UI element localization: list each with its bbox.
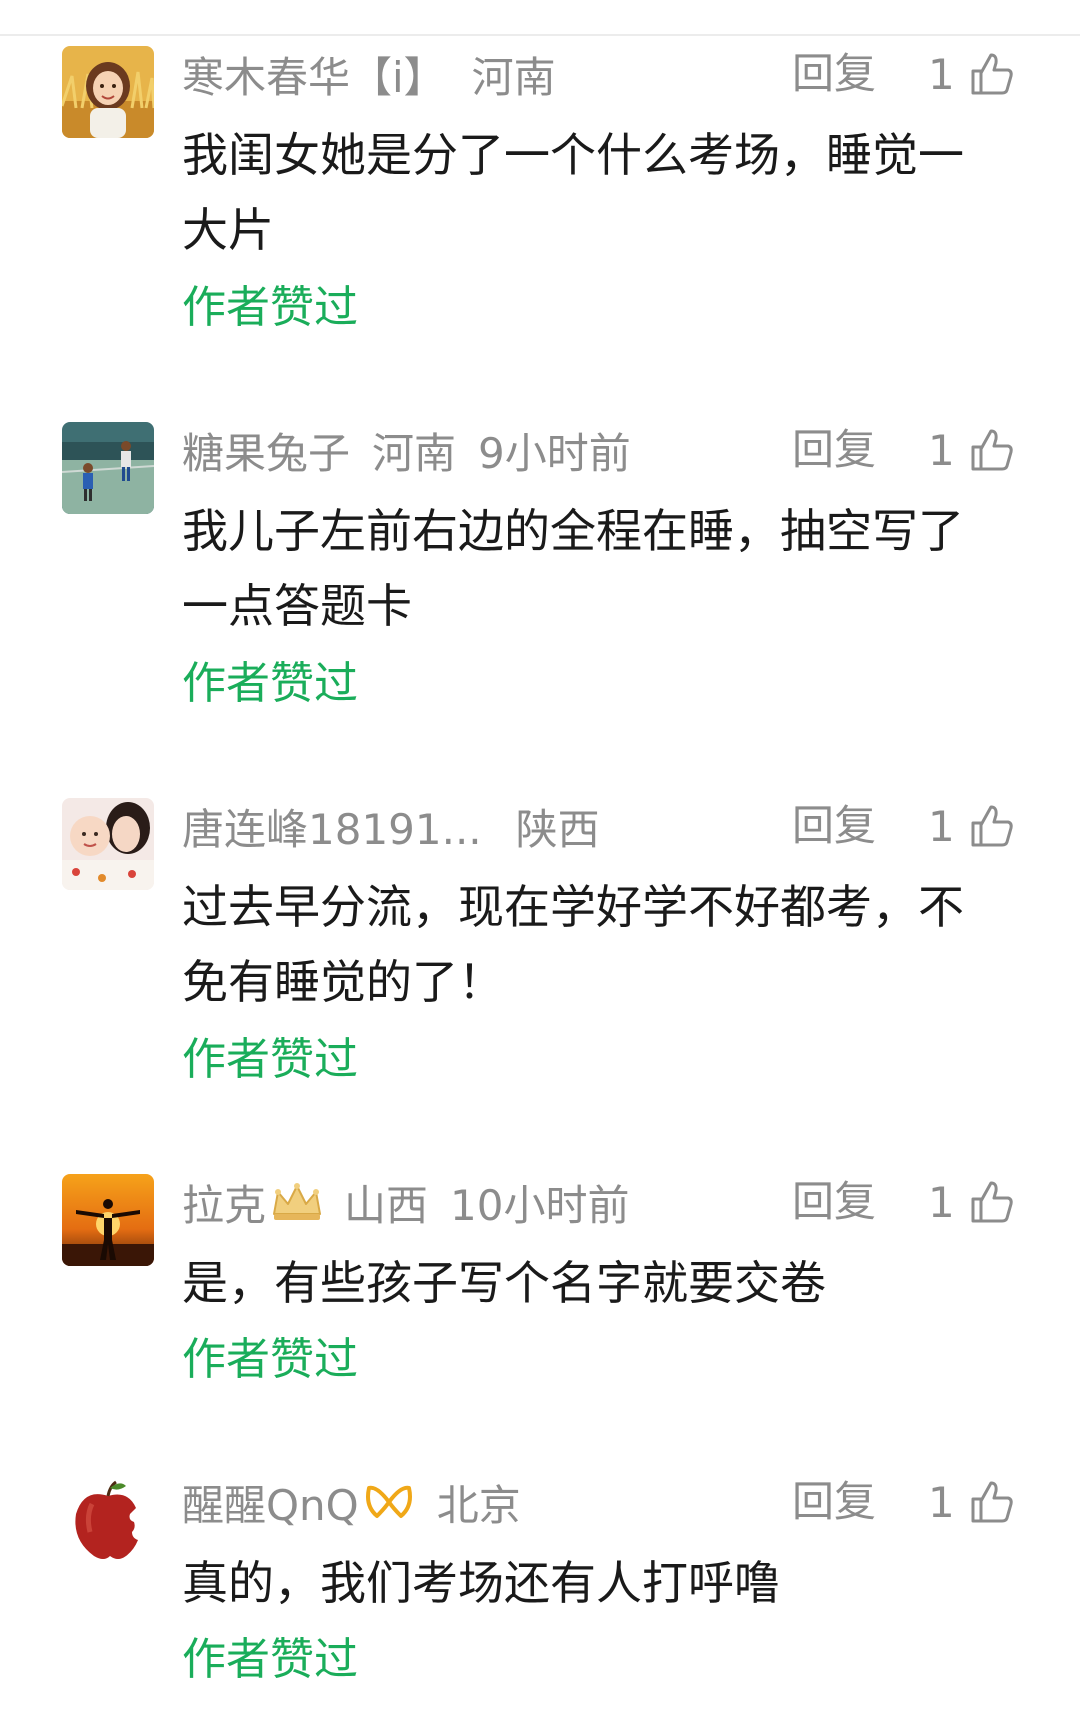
- comment-list-page: 寒木春华【i】 河南 回复 1 我闺女她是分了一个什么考场，睡觉一大片 作者赞过: [0, 0, 1080, 1735]
- like-button[interactable]: 1: [928, 1470, 1015, 1534]
- comment-meta: 寒木春华【i】 河南: [182, 42, 1022, 106]
- username[interactable]: 糖果兔子: [182, 420, 350, 481]
- like-count: 1: [928, 425, 955, 475]
- location: 北京: [436, 1480, 521, 1530]
- username[interactable]: 寒木春华【i】: [182, 44, 446, 105]
- username[interactable]: 拉克: [182, 1172, 266, 1233]
- timestamp: 9小时前: [478, 428, 631, 478]
- reply-button[interactable]: 回复: [792, 1470, 876, 1534]
- username[interactable]: 醒醒QnQ: [182, 1472, 359, 1533]
- sunset-silhouette-avatar-icon[interactable]: [62, 1174, 154, 1266]
- reply-button[interactable]: 回复: [792, 1170, 876, 1234]
- comment-text: 过去早分流，现在学好学不好都考，不免有睡觉的了！: [182, 880, 964, 1009]
- comment-meta: 唐连峰18191... 陕西: [182, 794, 1022, 858]
- author-liked-label: 作者赞过: [182, 282, 358, 333]
- like-count: 1: [928, 1477, 955, 1527]
- kids-playing-avatar-icon[interactable]: [62, 422, 154, 514]
- comment-meta: 拉克 山西 10小时前: [182, 1170, 1022, 1234]
- comment-text: 是，有些孩子写个名字就要交卷: [182, 1256, 826, 1310]
- thumbs-up-icon: [969, 427, 1015, 473]
- reply-button[interactable]: 回复: [792, 794, 876, 858]
- mother-baby-avatar-icon[interactable]: [62, 798, 154, 890]
- top-divider: [0, 34, 1080, 36]
- like-count: 1: [928, 801, 955, 851]
- girl-wheat-field-avatar-icon[interactable]: [62, 46, 154, 138]
- ribbon-icon: [363, 1480, 415, 1524]
- comment-meta: 醒醒QnQ 北京: [182, 1470, 1022, 1534]
- reply-button[interactable]: 回复: [792, 42, 876, 106]
- timestamp: 10小时前: [450, 1180, 630, 1230]
- comment-text: 我儿子左前右边的全程在睡，抽空写了一点答题卡: [182, 504, 964, 633]
- thumbs-up-icon: [969, 51, 1015, 97]
- author-liked-label: 作者赞过: [182, 1334, 358, 1385]
- like-count: 1: [928, 49, 955, 99]
- like-button[interactable]: 1: [928, 42, 1015, 106]
- location: 山西: [344, 1180, 429, 1230]
- like-count: 1: [928, 1177, 955, 1227]
- comment-text: 我闺女她是分了一个什么考场，睡觉一大片: [182, 128, 964, 257]
- crown-icon: [270, 1180, 324, 1224]
- like-button[interactable]: 1: [928, 794, 1015, 858]
- bitten-apple-avatar-icon[interactable]: [62, 1474, 154, 1566]
- reply-button[interactable]: 回复: [792, 418, 876, 482]
- location: 陕西: [515, 804, 600, 854]
- username[interactable]: 唐连峰18191...: [182, 796, 482, 857]
- author-liked-label: 作者赞过: [182, 1034, 358, 1085]
- thumbs-up-icon: [969, 1179, 1015, 1225]
- like-button[interactable]: 1: [928, 1170, 1015, 1234]
- like-button[interactable]: 1: [928, 418, 1015, 482]
- author-liked-label: 作者赞过: [182, 658, 358, 709]
- author-liked-label: 作者赞过: [182, 1634, 358, 1685]
- location: 河南: [471, 52, 556, 102]
- thumbs-up-icon: [969, 803, 1015, 849]
- thumbs-up-icon: [969, 1479, 1015, 1525]
- location: 河南: [372, 428, 457, 478]
- comment-meta: 糖果兔子 河南 9小时前: [182, 418, 1022, 482]
- comment-text: 真的，我们考场还有人打呼噜: [182, 1556, 780, 1610]
